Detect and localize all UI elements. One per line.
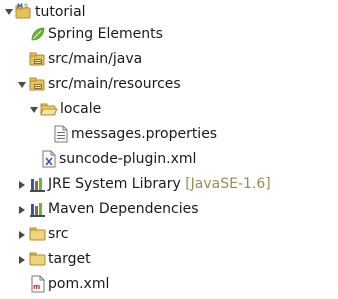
tree-item-pom-xml[interactable]: m pom.xml <box>0 272 338 297</box>
spring-leaf-icon <box>29 25 47 43</box>
jre-version-decoration: [JavaSE-1.6] <box>185 176 271 192</box>
svg-text:m: m <box>33 283 40 291</box>
tree-item-label: Maven Dependencies <box>48 201 199 217</box>
open-folder-icon <box>40 100 58 118</box>
tree-item-locale[interactable]: locale <box>0 97 338 122</box>
tree-item-spring-elements[interactable]: Spring Elements <box>0 22 338 47</box>
tree-item-src-main-resources[interactable]: src/main/resources <box>0 72 338 97</box>
tree-item-label-group: JRE System Library [JavaSE-1.6] <box>48 172 271 197</box>
tree-item-label: JRE System Library <box>48 176 181 192</box>
properties-file-icon <box>52 125 70 143</box>
tree-item-label: target <box>48 251 91 267</box>
tree-item-target[interactable]: target <box>0 247 338 272</box>
tree-item-label: locale <box>60 101 102 117</box>
tree-item-suncode-plugin-xml[interactable]: suncode-plugin.xml <box>0 147 338 172</box>
expanded-chevron-icon[interactable] <box>28 104 40 116</box>
collapsed-chevron-icon[interactable] <box>16 204 28 216</box>
xml-file-icon <box>40 150 58 168</box>
tree-item-jre-system-library[interactable]: JRE System Library [JavaSE-1.6] <box>0 172 338 197</box>
tree-item-messages-properties[interactable]: messages.properties <box>0 122 338 147</box>
tree-item-maven-dependencies[interactable]: Maven Dependencies <box>0 197 338 222</box>
tree-item-label: src/main/java <box>48 51 143 67</box>
tree-item-label: pom.xml <box>48 276 110 292</box>
expanded-chevron-icon[interactable] <box>16 79 28 91</box>
tree-item-label: src/main/resources <box>48 76 181 92</box>
folder-icon <box>29 250 47 268</box>
tree-item-src-main-java[interactable]: src/main/java <box>0 47 338 72</box>
folder-icon <box>29 225 47 243</box>
tree-item-label: Spring Elements <box>48 26 163 42</box>
tree-item-label: suncode-plugin.xml <box>59 151 197 167</box>
pom-file-icon: m <box>29 275 47 293</box>
tree-item-src[interactable]: src <box>0 222 338 247</box>
source-folder-icon <box>29 75 47 93</box>
collapsed-chevron-icon[interactable] <box>16 229 28 241</box>
library-icon <box>29 200 47 218</box>
collapsed-chevron-icon[interactable] <box>16 179 28 191</box>
svg-text:S: S <box>24 3 28 10</box>
expanded-chevron-icon[interactable] <box>3 6 15 18</box>
library-icon <box>29 175 47 193</box>
maven-project-icon: M S <box>15 2 33 20</box>
svg-text:M: M <box>17 3 23 10</box>
collapsed-chevron-icon[interactable] <box>16 254 28 266</box>
package-explorer-tree: M S tutorial Spring Elements src/main/ja… <box>0 0 338 299</box>
tree-item-label: messages.properties <box>71 126 218 142</box>
source-folder-icon <box>29 50 47 68</box>
tree-item-label: src <box>48 226 69 242</box>
